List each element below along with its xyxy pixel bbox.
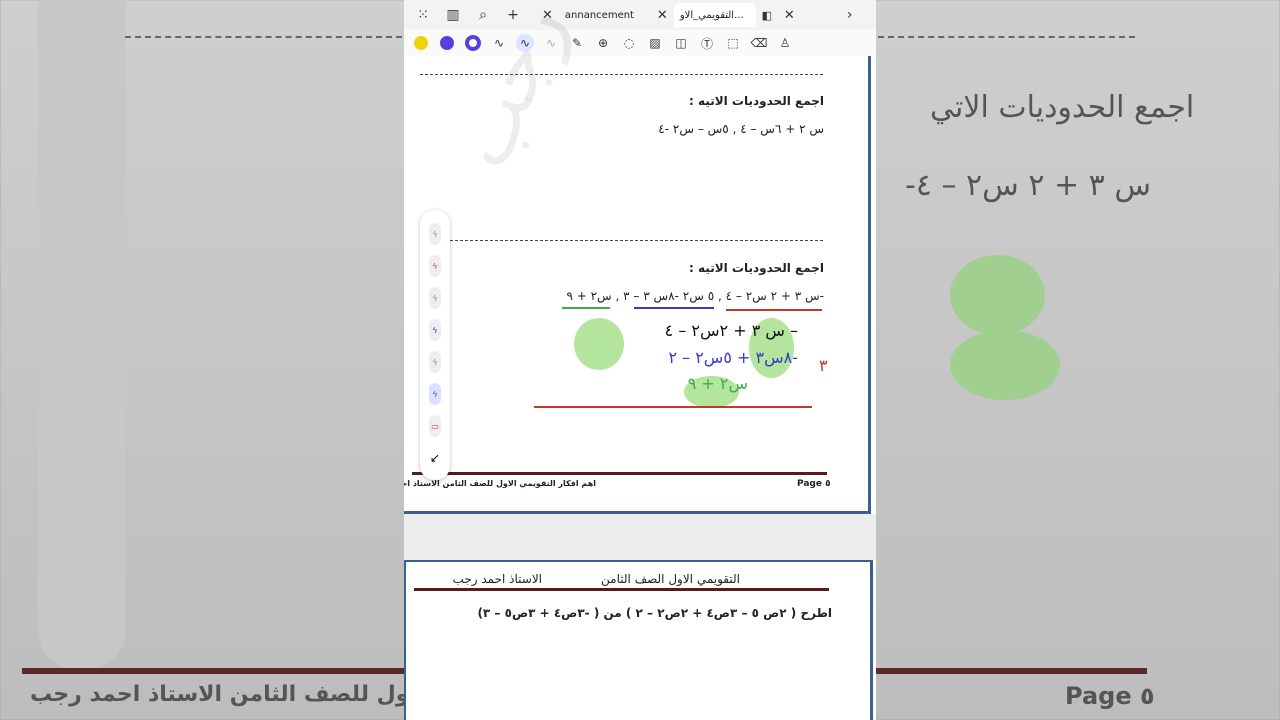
background-page-label: Page ٥ <box>1065 682 1155 710</box>
background-palette-column <box>38 0 126 670</box>
tab-bar: ⁙ ▥ ⌕ + ✕ annancement ✕ التقويمي_الاو...… <box>404 0 876 31</box>
handwritten-result-line <box>534 406 812 408</box>
page2-header-teacher: الاستاذ احمد رجب <box>452 572 542 586</box>
handwritten-row-3: س٢ + ٩ <box>687 374 748 393</box>
header-line <box>414 588 829 591</box>
sidebar-icon[interactable]: ▥ <box>442 4 464 26</box>
pen-green-icon[interactable]: ϟ <box>429 287 441 309</box>
divider <box>450 240 823 241</box>
divider <box>420 74 823 75</box>
image-icon[interactable]: ▨ <box>646 34 664 52</box>
footer-line <box>412 472 827 475</box>
question-heading-1: اجمع الحدوديات الاتيه : <box>689 94 824 108</box>
page-number: Page ٥ <box>797 479 831 489</box>
eraser-icon[interactable]: ⌫ <box>750 34 768 52</box>
document-viewer: ⁙ ▥ ⌕ + ✕ annancement ✕ التقويمي_الاو...… <box>404 0 876 720</box>
pen-blue-icon[interactable]: ϟ <box>429 319 441 341</box>
handwritten-side-mark: ٣ <box>819 356 828 375</box>
collapse-icon[interactable]: ↙ <box>429 447 441 469</box>
question-expr-1: س ٢ + ٦س – ٤ , ٥س – س٢ -٤ <box>658 122 824 136</box>
text-icon[interactable]: Ⓣ <box>698 34 716 52</box>
pen-palette: ϟ ϟ ϟ ϟ ϟ ϟ ▭ ↙ <box>420 210 450 480</box>
reader-mode-icon[interactable]: ◧ <box>756 4 778 26</box>
document-page-1: الاستاذ/ احمد رجب اجمع الحدوديات الاتيه … <box>404 0 871 514</box>
underline-red <box>726 309 822 311</box>
underline-blue <box>634 307 714 309</box>
background-heading: اجمع الحدوديات الاتي <box>930 90 1195 125</box>
pen-gray-icon[interactable]: ϟ <box>429 223 441 245</box>
footer-text: اهم افكار التقويمي الاول للصف الثامن الا… <box>404 479 596 488</box>
question-expr-2: -س ٣ + ٢ س٢ – ٤ , ٥ س٢ -٨س ٣ – ٣ , س٢ + … <box>566 289 824 303</box>
handwritten-row-1: – س ٣ + ٢س٢ – ٤ <box>664 321 798 340</box>
pen-icon[interactable]: ♙ <box>776 34 794 52</box>
page-gap <box>404 514 876 560</box>
document-page-2: التقويمي الاول الصف الثامن الاستاذ احمد … <box>404 560 873 720</box>
apps-grid-icon[interactable]: ⁙ <box>412 4 434 26</box>
zoom-icon[interactable]: ⊕ <box>594 34 612 52</box>
handwritten-row-2: -٨س٣ + ٥س٢ – ٢ <box>668 348 798 367</box>
page2-header-title: التقويمي الاول الصف الثامن <box>601 572 740 586</box>
page2-question: اطرح ( ٢ص ٥ – ٣ص٤ + ٢ص٢ – ٢ ) من ( -٣ص٤ … <box>477 606 832 620</box>
color-purple-icon[interactable] <box>438 34 456 52</box>
tab-active-document[interactable]: التقويمي_الاو... <box>673 3 756 27</box>
background-highlight <box>950 330 1060 400</box>
shape-icon[interactable]: ◫ <box>672 34 690 52</box>
close-tab-icon[interactable]: ✕ <box>784 8 795 23</box>
pen-selected-icon[interactable]: ϟ <box>429 383 441 405</box>
highlight-mark <box>574 318 624 370</box>
background-expr: -س ٣ + ٢ س٢ – ٤ <box>905 168 1151 203</box>
lasso-icon[interactable]: ◌ <box>620 34 638 52</box>
pen-eraser-icon[interactable]: ▭ <box>429 415 441 437</box>
color-yellow-icon[interactable] <box>412 34 430 52</box>
question-heading-2: اجمع الحدوديات الاتيه : <box>689 261 824 275</box>
background-highlight <box>950 255 1045 335</box>
pen-lightgreen-icon[interactable]: ϟ <box>429 351 441 373</box>
underline-green <box>562 307 610 309</box>
pen-red-icon[interactable]: ϟ <box>429 255 441 277</box>
chevron-right-icon[interactable]: › <box>839 4 861 26</box>
select-icon[interactable]: ⬚ <box>724 34 742 52</box>
close-tab-icon[interactable]: ✕ <box>657 8 668 23</box>
